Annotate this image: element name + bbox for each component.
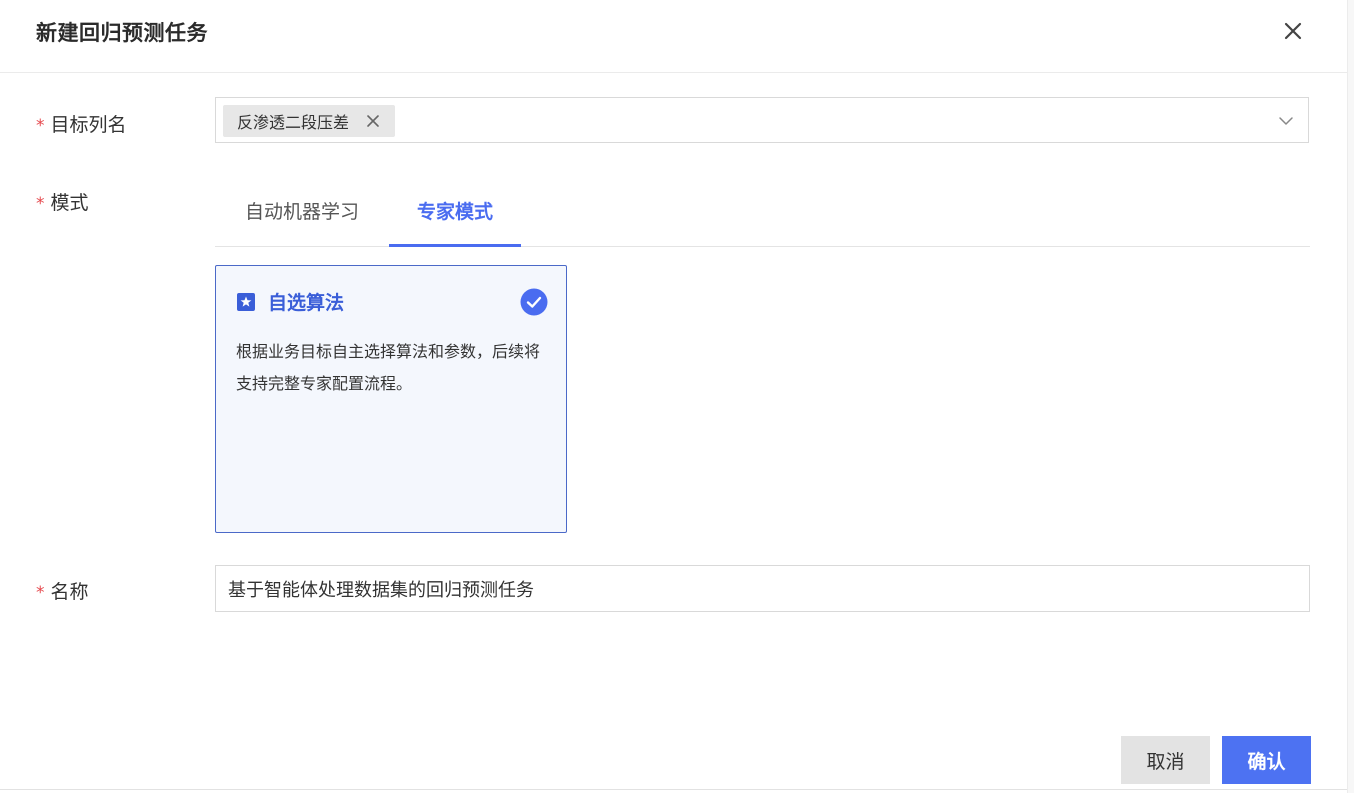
mode-tabs: 自动机器学习 专家模式 <box>215 183 1310 247</box>
selected-tag-label: 反渗透二段压差 <box>237 113 350 132</box>
tab-auto-ml[interactable]: 自动机器学习 <box>215 183 389 245</box>
name-label: * 名称 <box>36 577 89 604</box>
required-mark: * <box>36 194 45 214</box>
tag-remove-button[interactable] <box>365 113 381 129</box>
mode-label: * 模式 <box>36 188 89 215</box>
close-icon <box>1284 22 1302 40</box>
chevron-down-icon <box>1278 113 1294 129</box>
name-input[interactable] <box>215 565 1310 612</box>
dialog-bottom-border <box>0 789 1347 790</box>
target-column-label: * 目标列名 <box>36 110 127 137</box>
name-label-text: 名称 <box>50 581 89 603</box>
dialog-header: 新建回归预测任务 <box>0 0 1347 73</box>
new-regression-task-dialog: 新建回归预测任务 * 目标列名 反渗透二段压差 * 模式 自动机器学习 专家模式… <box>0 0 1354 793</box>
custom-algorithm-card[interactable]: 自选算法 根据业务目标自主选择算法和参数，后续将支持完整专家配置流程。 <box>215 265 567 533</box>
check-circle-icon <box>520 288 548 316</box>
tab-expert-mode[interactable]: 专家模式 <box>389 183 521 247</box>
close-button[interactable] <box>1279 17 1307 45</box>
confirm-button[interactable]: 确认 <box>1222 736 1311 784</box>
target-column-select[interactable]: 反渗透二段压差 <box>215 97 1309 143</box>
required-mark: * <box>36 116 45 136</box>
card-title: 自选算法 <box>268 292 345 314</box>
scrollbar[interactable] <box>1347 0 1354 793</box>
star-square-icon <box>236 292 256 312</box>
required-mark: * <box>36 583 45 603</box>
mode-label-text: 模式 <box>50 192 89 214</box>
selected-tag: 反渗透二段压差 <box>223 105 396 137</box>
dialog-title: 新建回归预测任务 <box>36 21 208 45</box>
target-column-label-text: 目标列名 <box>50 114 127 136</box>
close-icon <box>367 115 379 127</box>
card-description: 根据业务目标自主选择算法和参数，后续将支持完整专家配置流程。 <box>236 342 541 393</box>
cancel-button[interactable]: 取消 <box>1121 736 1210 784</box>
